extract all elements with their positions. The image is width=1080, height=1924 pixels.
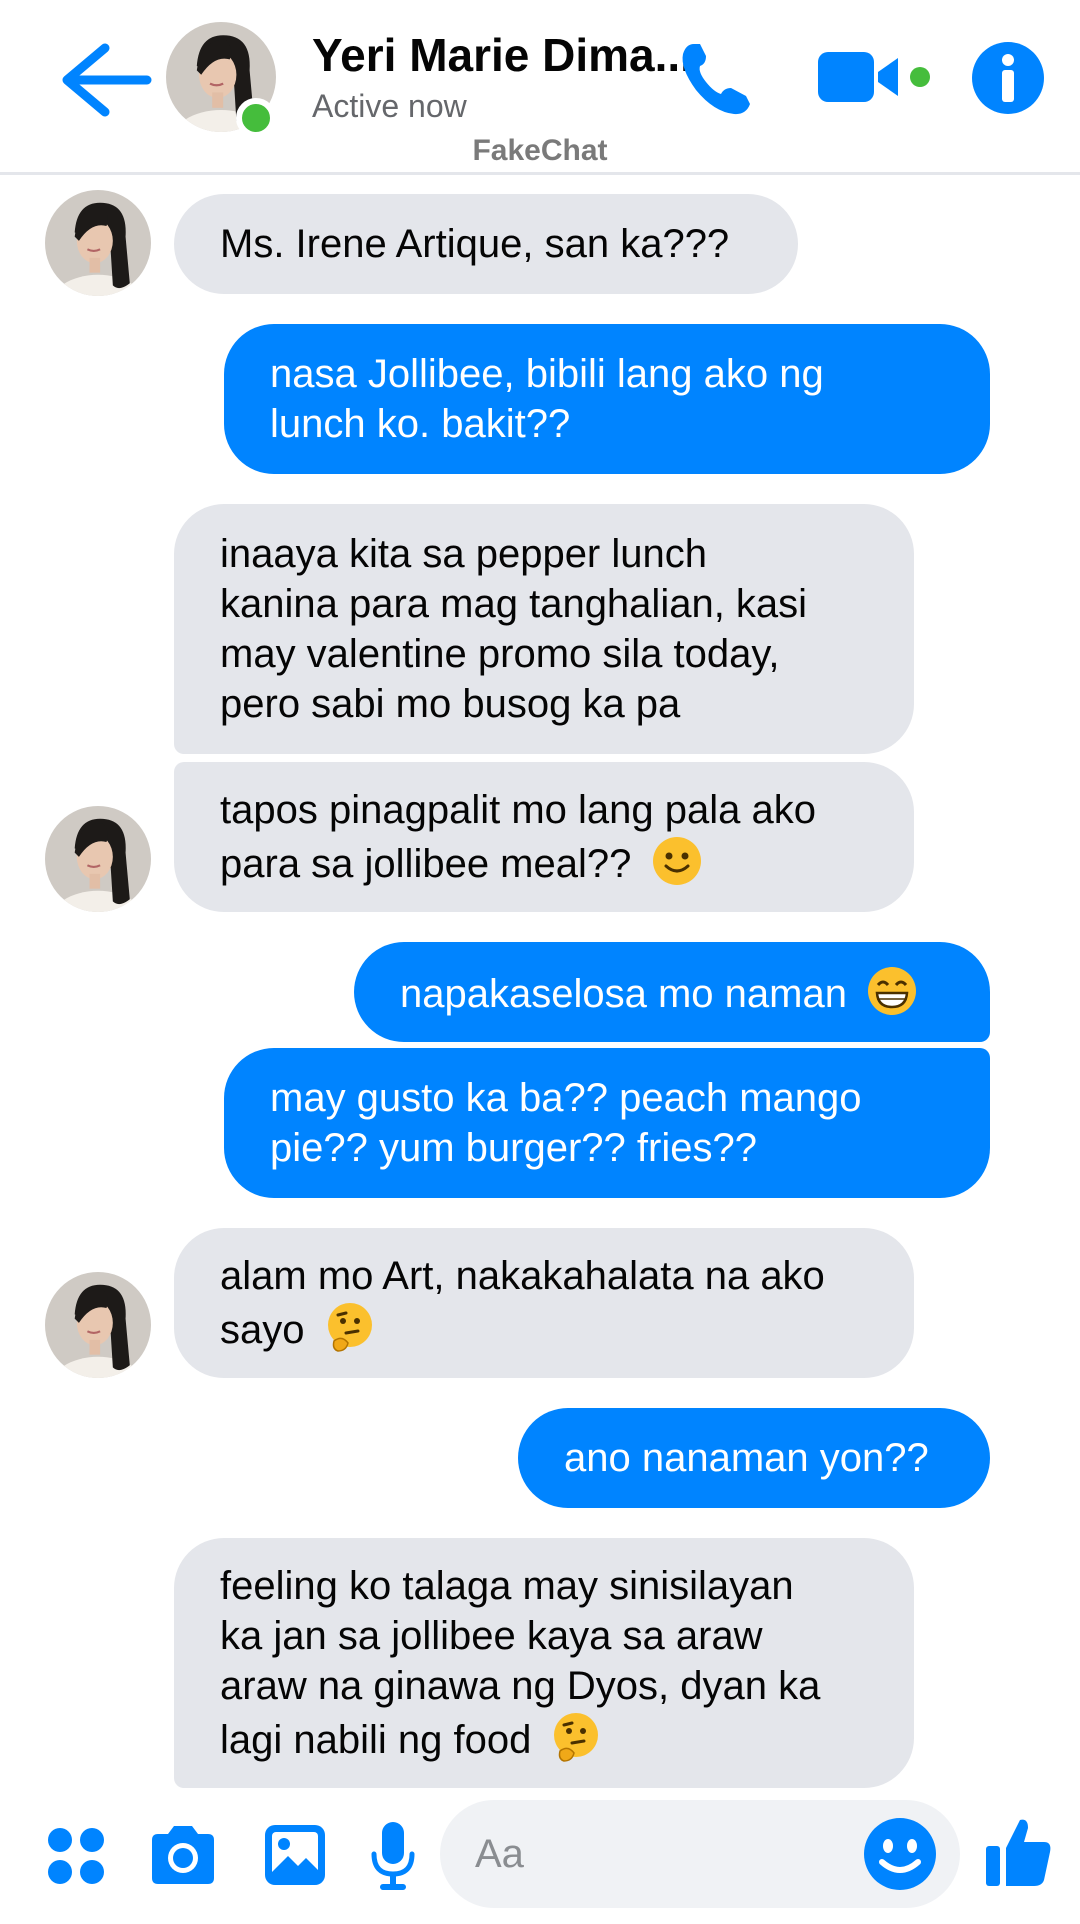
- message-text-line: pie?? yum burger?? fries??: [270, 1126, 757, 1170]
- slight-smile-emoji-icon: [652, 837, 701, 885]
- message-bubble-incoming[interactable]: feeling ko talaga may sinisilayan ka jan…: [174, 1538, 914, 1788]
- message-bubble-outgoing[interactable]: ano nanaman yon??: [518, 1408, 990, 1508]
- message-bubble-incoming[interactable]: alam mo Art, nakakahalata na ako sayo: [174, 1228, 914, 1378]
- message-bubble-outgoing[interactable]: may gusto ka ba?? peach mango pie?? yum …: [224, 1048, 990, 1198]
- contact-avatar-small[interactable]: [45, 190, 151, 296]
- grin-emoji-icon: [868, 967, 917, 1015]
- contact-avatar-small[interactable]: [45, 806, 151, 912]
- message-bubble-incoming[interactable]: inaaya kita sa pepper lunch kanina para …: [174, 504, 914, 754]
- info-icon[interactable]: [968, 38, 1048, 118]
- message-text-line: may gusto ka ba?? peach mango: [270, 1076, 862, 1120]
- message-text-line: Ms. Irene Artique, san ka???: [220, 222, 730, 266]
- online-indicator: [236, 98, 276, 138]
- message-text-line: ka jan sa jollibee kaya sa araw: [220, 1614, 763, 1658]
- message-bubble-incoming[interactable]: tapos pinagpalit mo lang pala ako para s…: [174, 762, 914, 912]
- app-watermark: FakeChat: [472, 134, 608, 167]
- message-text-line: sayo: [220, 1301, 868, 1355]
- message-text-line: feeling ko talaga may sinisilayan: [220, 1564, 794, 1608]
- apps-grid-icon[interactable]: [46, 1826, 106, 1886]
- contact-name[interactable]: Yeri Marie Dima...: [312, 28, 693, 82]
- message-text-line: nasa Jollibee, bibili lang ako ng: [270, 352, 824, 396]
- camera-icon[interactable]: [148, 1822, 218, 1888]
- message-text-line: para sa jollibee meal??: [220, 835, 868, 889]
- message-text-line: tapos pinagpalit mo lang pala ako: [220, 788, 816, 832]
- message-bubble-incoming[interactable]: Ms. Irene Artique, san ka???: [174, 194, 798, 294]
- microphone-icon[interactable]: [370, 1820, 416, 1892]
- back-arrow-icon[interactable]: [55, 40, 155, 120]
- message-text-line: may valentine promo sila today,: [220, 632, 780, 676]
- thinking-emoji-icon: [327, 1303, 372, 1352]
- message-text-line: lagi nabili ng food: [220, 1711, 868, 1765]
- thumbs-up-icon[interactable]: [984, 1814, 1054, 1890]
- message-bubble-outgoing[interactable]: nasa Jollibee, bibili lang ako ng lunch …: [224, 324, 990, 474]
- message-text-line: inaaya kita sa pepper lunch: [220, 532, 707, 576]
- message-text-line: kanina para mag tanghalian, kasi: [220, 582, 808, 626]
- emoji-icon[interactable]: [862, 1816, 938, 1892]
- message-text-line: lunch ko. bakit??: [270, 402, 571, 446]
- chat-header: Yeri Marie Dima... Active now FakeChat: [0, 0, 1080, 175]
- message-text-line: napakaselosa mo naman: [400, 965, 944, 1019]
- contact-avatar-small[interactable]: [45, 1272, 151, 1378]
- message-text-line: alam mo Art, nakakahalata na ako: [220, 1254, 825, 1298]
- message-text-line: pero sabi mo busog ka pa: [220, 682, 681, 726]
- message-bubble-outgoing[interactable]: napakaselosa mo naman: [354, 942, 990, 1042]
- gallery-icon[interactable]: [262, 1822, 328, 1888]
- phone-icon[interactable]: [676, 38, 756, 118]
- thinking-emoji-icon: [554, 1713, 599, 1762]
- message-text-line: araw na ginawa ng Dyos, dyan ka: [220, 1664, 821, 1708]
- video-camera-icon[interactable]: [816, 44, 936, 114]
- message-input-placeholder: Aa: [475, 1832, 524, 1876]
- message-text-line: ano nanaman yon??: [564, 1436, 929, 1480]
- active-status: Active now: [312, 88, 467, 124]
